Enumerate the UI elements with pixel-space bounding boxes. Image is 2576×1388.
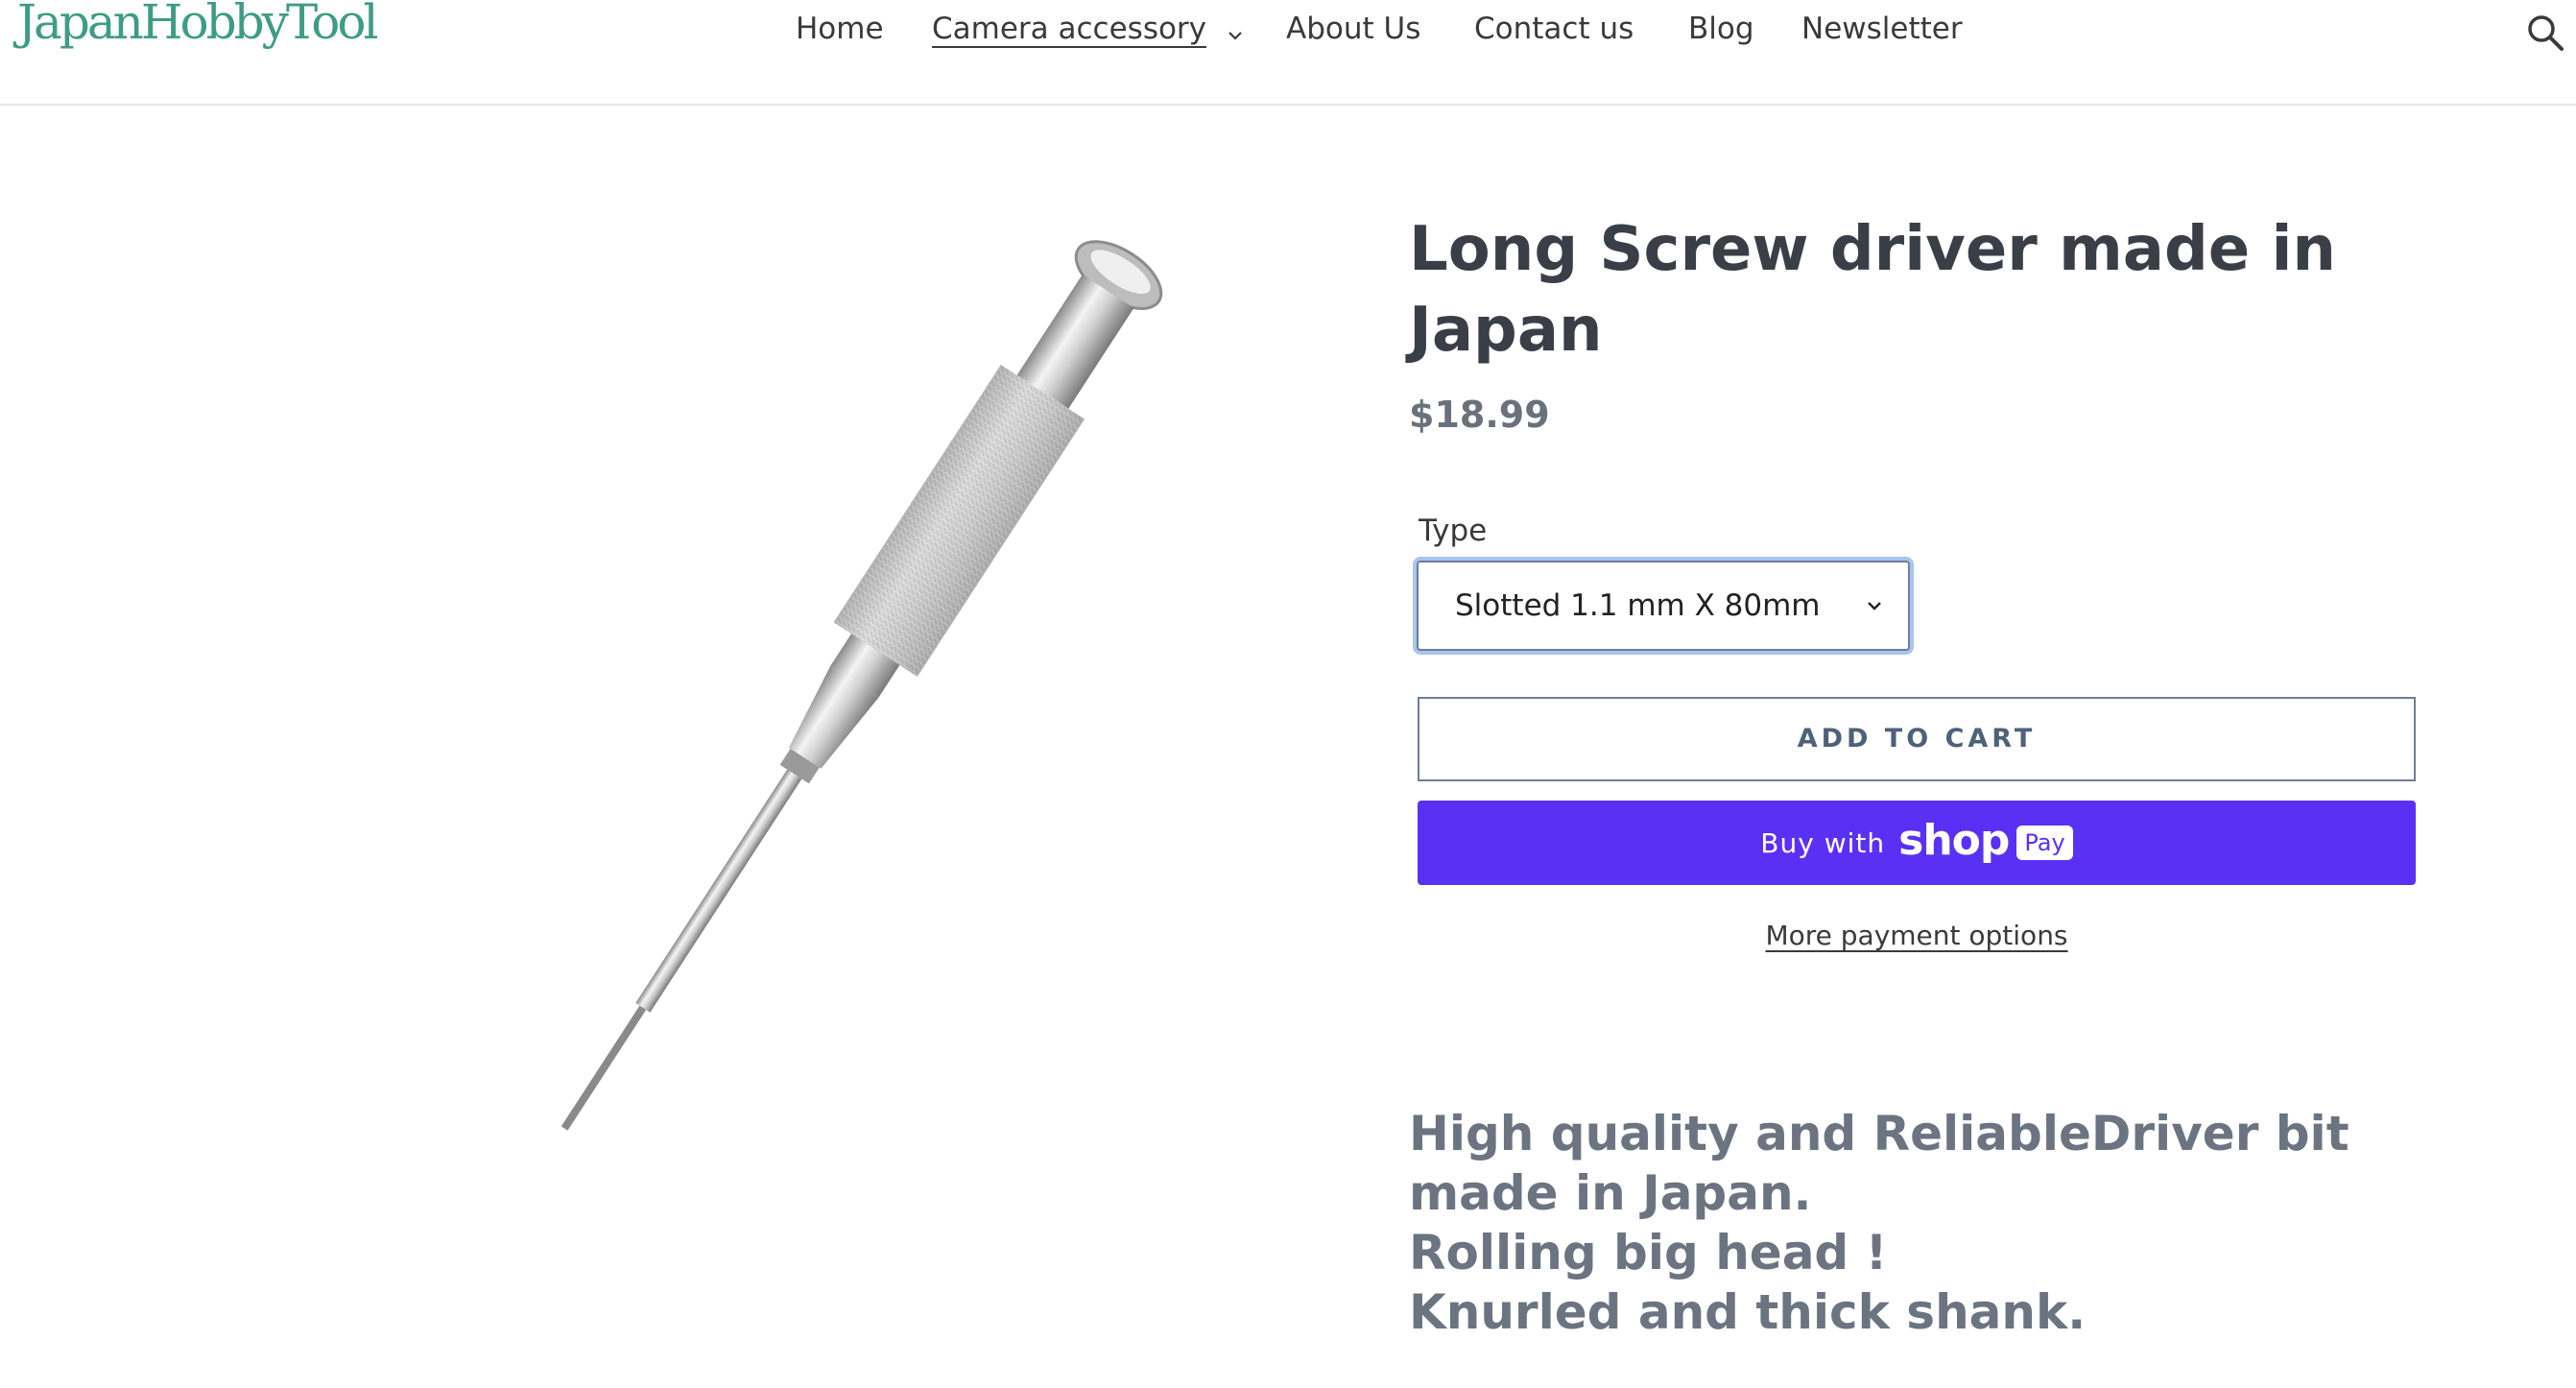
product-image[interactable]: [355, 206, 1334, 1166]
buy-with-label: Buy with: [1760, 826, 1886, 859]
product-price: $18.99: [1409, 394, 1550, 436]
product-description: High quality and ReliableDriver bit made…: [1409, 1104, 2513, 1342]
site-header: JapanHobbyTool Home Camera accessory Abo…: [0, 0, 2576, 106]
search-icon[interactable]: [2526, 13, 2564, 52]
more-payment-options-link[interactable]: More payment options: [1418, 920, 2416, 951]
description-line: Knurled and thick shank.: [1409, 1284, 2087, 1340]
chevron-down-icon: [1866, 597, 1883, 615]
nav-newsletter[interactable]: Newsletter: [1801, 8, 1963, 50]
nav-contact-us[interactable]: Contact us: [1474, 8, 1634, 50]
description-line: High quality and ReliableDriver bit made…: [1409, 1106, 2367, 1221]
shop-pay-button[interactable]: Buy with shop Pay: [1418, 801, 2416, 885]
product-title: Long Screw driver made in Japan: [1409, 214, 2336, 366]
add-to-cart-button[interactable]: ADD TO CART: [1418, 697, 2416, 781]
nav-blog[interactable]: Blog: [1688, 8, 1754, 50]
nav-contact-us-label: Contact us: [1474, 12, 1634, 46]
pay-badge: Pay: [2016, 826, 2073, 860]
nav-home-label: Home: [796, 12, 884, 46]
shop-logo: shop: [1898, 815, 2010, 865]
type-select-value: Slotted 1.1 mm X 80mm: [1455, 588, 1821, 623]
nav-camera-accessory-label: Camera accessory: [932, 12, 1207, 46]
nav-camera-accessory[interactable]: Camera accessory: [932, 8, 1243, 52]
nav-home[interactable]: Home: [796, 8, 884, 50]
description-line: Rolling big head !: [1409, 1225, 1888, 1280]
nav-about-us[interactable]: About Us: [1286, 8, 1420, 50]
logo[interactable]: JapanHobbyTool: [17, 0, 379, 50]
nav-blog-label: Blog: [1688, 12, 1754, 46]
option-label: Type: [1419, 514, 1488, 548]
nav-about-us-label: About Us: [1286, 12, 1421, 46]
chevron-down-icon: [1228, 10, 1243, 52]
type-select[interactable]: Slotted 1.1 mm X 80mm: [1417, 561, 1910, 651]
nav-newsletter-label: Newsletter: [1801, 12, 1963, 46]
